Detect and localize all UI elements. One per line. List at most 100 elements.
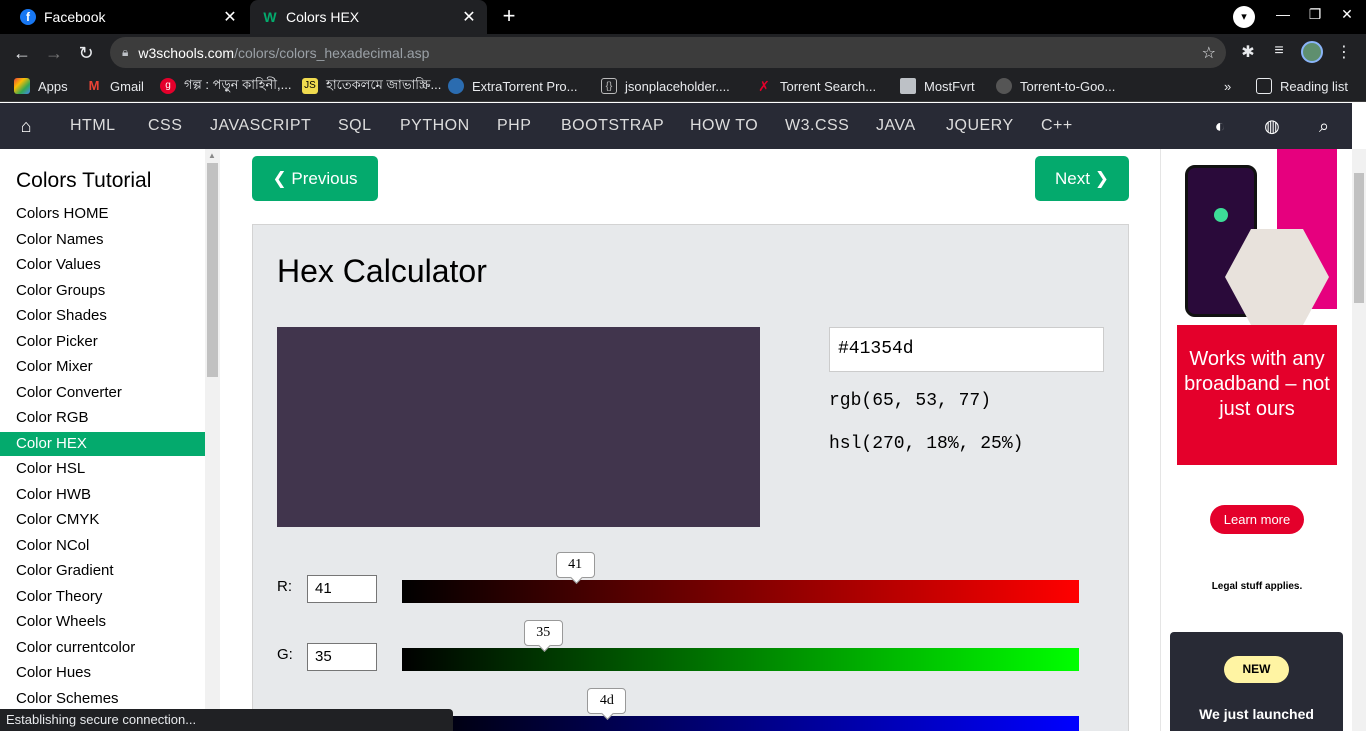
nav-w3css[interactable]: W3.CSS xyxy=(785,103,849,149)
calculator-title: Hex Calculator xyxy=(277,253,487,289)
nav-php[interactable]: PHP xyxy=(497,103,531,149)
dark-mode-icon[interactable]: ◐ xyxy=(1209,115,1231,137)
sidebar-link[interactable]: Color Hues xyxy=(0,661,205,685)
extensions-icon[interactable]: ✱ xyxy=(1237,42,1259,62)
media-control-icon[interactable]: ≡ xyxy=(1268,42,1290,60)
nav-jquery[interactable]: JQUERY xyxy=(946,103,1014,149)
site-icon: g xyxy=(160,78,176,94)
nav-javascript[interactable]: JAVASCRIPT xyxy=(210,103,311,149)
rgb-value: rgb(65, 53, 77) xyxy=(829,391,992,411)
folder-icon xyxy=(900,78,916,94)
sidebar-link[interactable]: Color Theory xyxy=(0,585,205,609)
hex-input[interactable]: #41354d xyxy=(829,327,1104,372)
promo-card[interactable]: NEW We just launched xyxy=(1170,632,1343,731)
sidebar-link[interactable]: Color Picker xyxy=(0,330,205,354)
reading-list[interactable]: Reading list xyxy=(1256,77,1348,95)
tab-colors-hex[interactable]: W Colors HEX ✕ xyxy=(250,0,487,34)
bookmark-star-icon[interactable]: ☆ xyxy=(1202,43,1216,63)
blue-slider[interactable] xyxy=(402,716,1079,731)
forward-icon[interactable]: → xyxy=(41,40,67,66)
sidebar-link[interactable]: Color Converter xyxy=(0,381,205,405)
maximize-icon[interactable]: ❐ xyxy=(1303,6,1327,23)
bookmark-torrent-to-google[interactable]: Torrent-to-Goo... xyxy=(996,77,1115,95)
address-bar[interactable]: 🔒︎ w3schools.com/colors/colors_hexadecim… xyxy=(110,37,1226,68)
bookmark-apps[interactable]: Apps xyxy=(14,77,68,95)
scroll-up-icon[interactable]: ▲ xyxy=(208,151,216,160)
search-icon[interactable]: ⌕ xyxy=(1313,115,1335,137)
green-value-bubble: 35 xyxy=(523,620,563,646)
bookmark-js[interactable]: JS হাতেকলমে জাভাস্ক্রি... xyxy=(302,77,441,95)
tab-facebook[interactable]: f Facebook ✕ xyxy=(8,0,248,34)
sidebar-link[interactable]: Color HEX xyxy=(0,431,205,456)
tab-search-icon[interactable]: ▾ xyxy=(1233,6,1255,28)
sidebar-link[interactable]: Color currentcolor xyxy=(0,636,205,660)
nav-html[interactable]: HTML xyxy=(70,103,116,149)
profile-avatar[interactable] xyxy=(1301,41,1323,63)
sidebar-link[interactable]: Color Shades xyxy=(0,304,205,328)
sidebar-link[interactable]: Color Values xyxy=(0,253,205,277)
promo-text: We just launched xyxy=(1199,706,1314,722)
bookmark-gmail[interactable]: M Gmail xyxy=(86,77,144,95)
nav-css[interactable]: CSS xyxy=(148,103,182,149)
sidebar-link[interactable]: Color Schemes xyxy=(0,687,205,711)
sidebar-link[interactable]: Colors HOME xyxy=(0,202,205,226)
sidebar-scrollbar[interactable]: ▲ xyxy=(205,149,220,731)
bookmark-jsonplaceholder[interactable]: {} jsonplaceholder.... xyxy=(601,77,730,95)
apps-grid-icon xyxy=(14,78,30,94)
x-icon: ✗ xyxy=(758,78,770,94)
advertisement[interactable]: Works with any broadband – not just ours… xyxy=(1177,149,1337,601)
sidebar-link[interactable]: Color Groups xyxy=(0,279,205,303)
sidebar-link[interactable]: Color HSL xyxy=(0,457,205,481)
javascript-icon: JS xyxy=(302,78,318,94)
sidebar-link[interactable]: Color CMYK xyxy=(0,508,205,532)
globe-icon[interactable]: ◍ xyxy=(1261,115,1283,137)
sidebar-link[interactable]: Color Gradient xyxy=(0,559,205,583)
new-tab-button[interactable]: + xyxy=(497,5,521,29)
home-icon[interactable]: ⌂ xyxy=(15,115,37,137)
sidebar-link[interactable]: Color RGB xyxy=(0,406,205,430)
reload-icon[interactable]: ↻ xyxy=(73,40,99,66)
nav-java[interactable]: JAVA xyxy=(876,103,916,149)
nav-python[interactable]: PYTHON xyxy=(400,103,470,149)
w3schools-icon: W xyxy=(263,9,277,25)
status-bar: Establishing secure connection... xyxy=(0,709,453,731)
red-label: R: xyxy=(277,578,292,595)
red-input[interactable]: 41 xyxy=(307,575,377,603)
browser-toolbar: ← → ↻ 🔒︎ w3schools.com/colors/colors_hex… xyxy=(0,34,1366,71)
next-button[interactable]: Next ❯ xyxy=(1035,156,1129,201)
sidebar-link[interactable]: Color Wheels xyxy=(0,610,205,634)
sidebar-title: Colors Tutorial xyxy=(16,169,152,192)
bookmark-folder-mostfvrt[interactable]: MostFvrt xyxy=(900,77,975,95)
divider xyxy=(1160,149,1161,731)
close-icon[interactable]: ✕ xyxy=(457,7,481,27)
nav-howto[interactable]: HOW TO xyxy=(690,103,758,149)
nav-bootstrap[interactable]: BOOTSTRAP xyxy=(561,103,664,149)
bookmark-golpo[interactable]: g গল্প : পড়ুন কাহিনী,... xyxy=(160,77,291,95)
sidebar-link[interactable]: Color HWB xyxy=(0,483,205,507)
green-slider[interactable] xyxy=(402,648,1079,671)
close-icon[interactable]: ✕ xyxy=(218,7,242,27)
learn-more-button[interactable]: Learn more xyxy=(1210,505,1304,534)
ad-legal-text: Legal stuff applies. xyxy=(1211,581,1303,592)
minimize-icon[interactable]: — xyxy=(1271,6,1295,22)
url-host: w3schools.com xyxy=(138,44,235,61)
green-input[interactable]: 35 xyxy=(307,643,377,671)
back-icon[interactable]: ← xyxy=(9,40,35,66)
page-scrollbar[interactable] xyxy=(1352,149,1366,731)
bookmark-torrent-search[interactable]: ✗ Torrent Search... xyxy=(756,77,876,95)
bookmark-extratorrent[interactable]: ExtraTorrent Pro... xyxy=(448,77,577,95)
red-slider[interactable] xyxy=(402,580,1079,603)
w3-topnav: ⌂ HTML CSS JAVASCRIPT SQL PYTHON PHP BOO… xyxy=(0,103,1352,149)
sidebar-link[interactable]: Color Mixer xyxy=(0,355,205,379)
url-path: /colors/colors_hexadecimal.asp xyxy=(234,44,430,61)
more-bookmarks-icon[interactable]: » xyxy=(1224,77,1231,95)
nav-cpp[interactable]: C++ xyxy=(1041,103,1073,149)
scrollbar-thumb[interactable] xyxy=(1354,173,1364,303)
scrollbar-thumb[interactable] xyxy=(207,163,218,377)
sidebar-link[interactable]: Color Names xyxy=(0,228,205,252)
window-close-icon[interactable]: ✕ xyxy=(1335,6,1359,23)
previous-button[interactable]: ❮ Previous xyxy=(252,156,378,201)
menu-kebab-icon[interactable]: ⋮ xyxy=(1333,42,1355,62)
nav-sql[interactable]: SQL xyxy=(338,103,372,149)
sidebar-link[interactable]: Color NCol xyxy=(0,534,205,558)
